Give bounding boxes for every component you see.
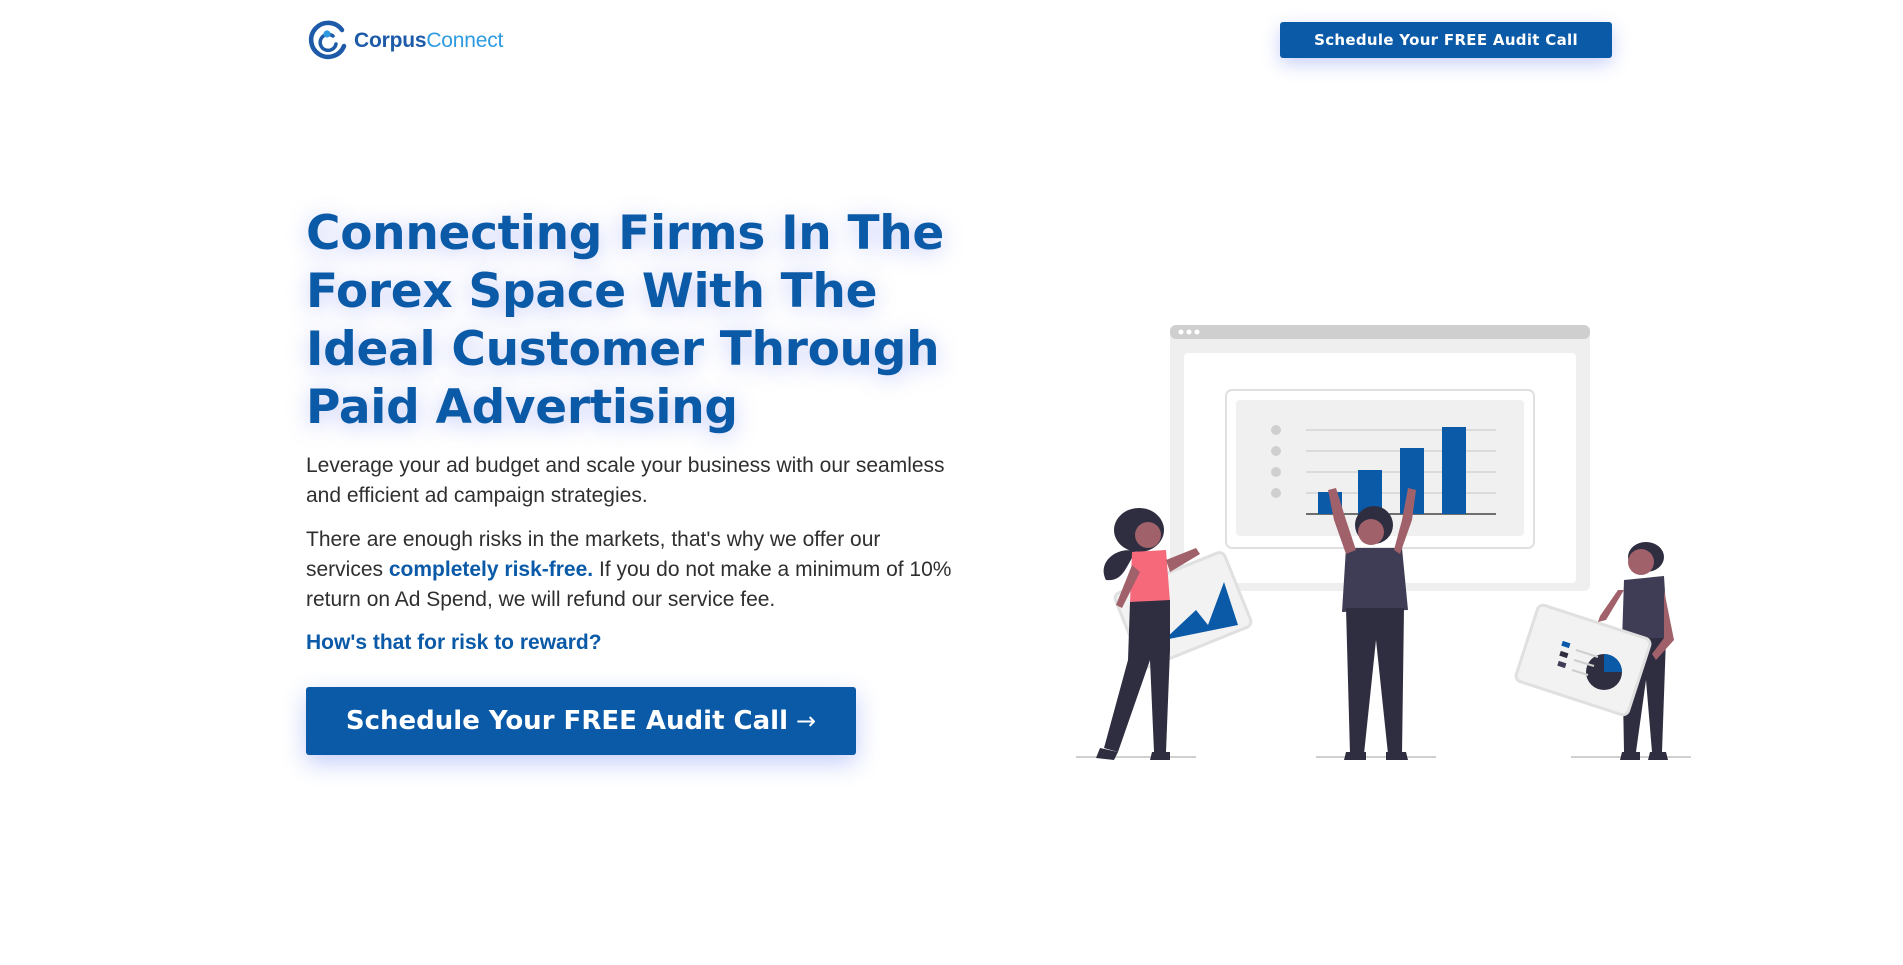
hero-paragraph-2: There are enough risks in the markets, t…	[306, 525, 956, 615]
arrow-right-icon: →	[796, 707, 817, 735]
logo-text-corpus: Corpus	[354, 29, 427, 52]
header-schedule-audit-button[interactable]: Schedule Your FREE Audit Call	[1280, 22, 1612, 58]
corpusconnect-logo-icon	[308, 20, 347, 60]
hero-headline: Connecting Firms In The Forex Space With…	[306, 206, 944, 435]
logo-wordmark: CorpusConnect	[354, 29, 503, 53]
logo[interactable]: CorpusConnect	[306, 19, 503, 63]
man-center-figure	[1328, 488, 1416, 760]
logo-text-connect: Connect	[426, 29, 504, 52]
hero-tagline: How's that for risk to reward?	[306, 631, 602, 654]
risk-free-highlight: completely risk-free.	[388, 558, 594, 581]
hero-schedule-audit-button[interactable]: Schedule Your FREE Audit Call →	[306, 687, 856, 755]
hero-content: Connecting Firms In The Forex Space With…	[306, 205, 966, 755]
hero-paragraph-1: Leverage your ad budget and scale your b…	[306, 454, 945, 507]
analytics-team-illustration	[1076, 325, 1691, 760]
site-header: CorpusConnect Schedule Your FREE Audit C…	[0, 0, 1903, 80]
hero-cta-label: Schedule Your FREE Audit Call	[345, 706, 789, 736]
